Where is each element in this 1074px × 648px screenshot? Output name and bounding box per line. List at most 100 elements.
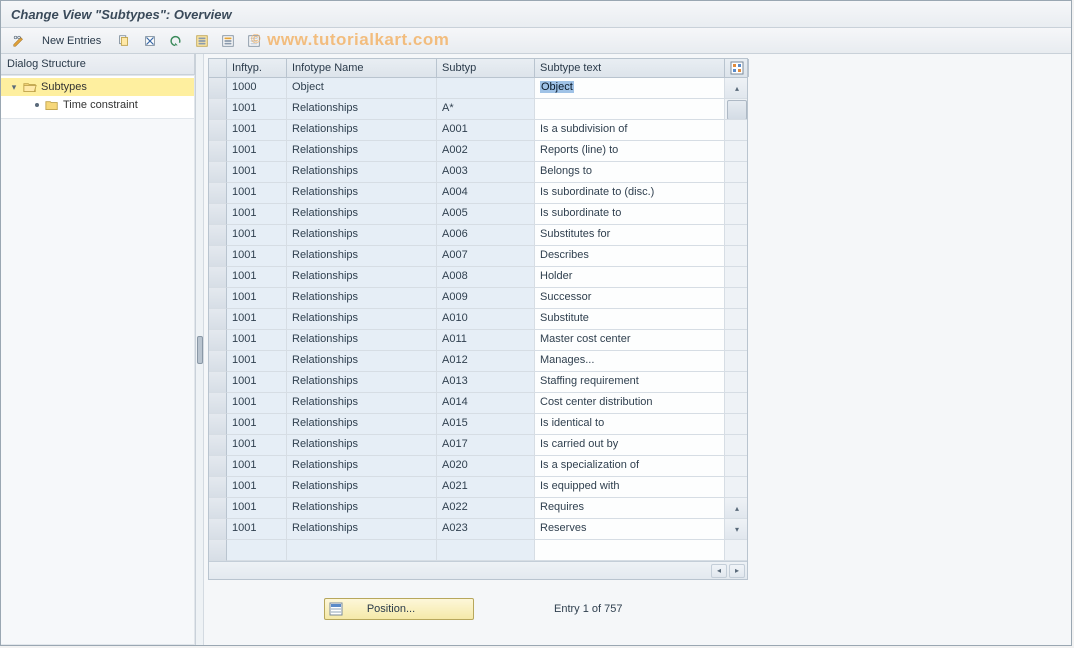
row-selector[interactable] bbox=[209, 456, 227, 477]
cell-inftyp[interactable]: 1001 bbox=[227, 456, 287, 477]
vertical-scrollbar-segment[interactable] bbox=[725, 204, 747, 225]
position-button[interactable]: Position... bbox=[324, 598, 474, 620]
row-selector[interactable] bbox=[209, 540, 227, 561]
horizontal-scrollbar[interactable]: ◂ ▸ bbox=[209, 561, 747, 579]
scroll-right-button[interactable]: ▸ bbox=[729, 564, 745, 578]
column-infotype-name[interactable]: Infotype Name bbox=[287, 59, 437, 77]
cell-subtype-text[interactable]: Substitutes for bbox=[535, 225, 725, 246]
select-block-button[interactable] bbox=[216, 31, 240, 51]
panel-splitter[interactable] bbox=[196, 54, 204, 645]
row-selector[interactable] bbox=[209, 477, 227, 498]
cell-inftyp[interactable]: 1001 bbox=[227, 435, 287, 456]
cell-subtype-text[interactable]: Cost center distribution bbox=[535, 393, 725, 414]
vertical-scrollbar-segment[interactable] bbox=[725, 435, 747, 456]
toggle-display-change-button[interactable] bbox=[7, 31, 31, 51]
cell-inftyp[interactable]: 1001 bbox=[227, 288, 287, 309]
column-inftyp[interactable]: Inftyp. bbox=[227, 59, 287, 77]
vertical-scrollbar-segment[interactable] bbox=[725, 477, 747, 498]
scroll-up-button[interactable]: ▴ bbox=[725, 78, 747, 99]
cell-inftyp[interactable]: 1000 bbox=[227, 78, 287, 99]
scroll-down-button[interactable]: ▾ bbox=[725, 519, 747, 540]
cell-subtype-text[interactable]: Belongs to bbox=[535, 162, 725, 183]
row-selector[interactable] bbox=[209, 267, 227, 288]
cell-inftyp[interactable]: 1001 bbox=[227, 330, 287, 351]
tree-node-subtypes[interactable]: ▾ Subtypes bbox=[1, 78, 194, 96]
delete-button[interactable] bbox=[138, 31, 162, 51]
cell-subtyp[interactable]: A005 bbox=[437, 204, 535, 225]
cell-inftyp[interactable]: 1001 bbox=[227, 519, 287, 540]
cell-inftyp[interactable]: 1001 bbox=[227, 267, 287, 288]
vertical-scrollbar-segment[interactable]: ▾ bbox=[725, 519, 747, 540]
row-selector[interactable] bbox=[209, 288, 227, 309]
cell-subtyp[interactable]: A012 bbox=[437, 351, 535, 372]
scroll-thumb[interactable] bbox=[727, 100, 747, 120]
cell-inftyp[interactable]: 1001 bbox=[227, 183, 287, 204]
cell-subtype-text[interactable]: Requires bbox=[535, 498, 725, 519]
cell-subtyp[interactable]: A* bbox=[437, 99, 535, 120]
cell-subtyp[interactable]: A001 bbox=[437, 120, 535, 141]
cell-subtype-text[interactable]: Is identical to bbox=[535, 414, 725, 435]
cell-subtyp[interactable]: A013 bbox=[437, 372, 535, 393]
cell-subtyp[interactable]: A023 bbox=[437, 519, 535, 540]
row-selector[interactable] bbox=[209, 414, 227, 435]
row-selector[interactable] bbox=[209, 330, 227, 351]
cell-subtyp[interactable]: A003 bbox=[437, 162, 535, 183]
cell-subtyp[interactable]: A009 bbox=[437, 288, 535, 309]
row-selector[interactable] bbox=[209, 393, 227, 414]
copy-as-button[interactable] bbox=[112, 31, 136, 51]
column-subtype-text[interactable]: Subtype text bbox=[535, 59, 725, 77]
cell-subtype-text[interactable]: Reserves bbox=[535, 519, 725, 540]
row-selector[interactable] bbox=[209, 435, 227, 456]
cell-subtype-text[interactable]: Is a subdivision of bbox=[535, 120, 725, 141]
cell-subtype-text[interactable]: Is a specialization of bbox=[535, 456, 725, 477]
vertical-scrollbar-segment[interactable] bbox=[725, 456, 747, 477]
cell-inftyp[interactable]: 1001 bbox=[227, 477, 287, 498]
row-selector[interactable] bbox=[209, 225, 227, 246]
cell-inftyp[interactable] bbox=[227, 540, 287, 561]
cell-subtype-text[interactable]: Substitute bbox=[535, 309, 725, 330]
row-selector[interactable] bbox=[209, 141, 227, 162]
vertical-scrollbar-segment[interactable] bbox=[725, 309, 747, 330]
row-selector[interactable] bbox=[209, 309, 227, 330]
cell-subtyp[interactable]: A014 bbox=[437, 393, 535, 414]
cell-subtyp[interactable] bbox=[437, 540, 535, 561]
cell-subtyp[interactable]: A008 bbox=[437, 267, 535, 288]
cell-subtyp[interactable]: A007 bbox=[437, 246, 535, 267]
cell-inftyp[interactable]: 1001 bbox=[227, 246, 287, 267]
row-selector[interactable] bbox=[209, 246, 227, 267]
cell-inftyp[interactable]: 1001 bbox=[227, 414, 287, 435]
vertical-scrollbar-segment[interactable] bbox=[725, 540, 747, 561]
row-selector[interactable] bbox=[209, 519, 227, 540]
row-selector[interactable] bbox=[209, 204, 227, 225]
cell-inftyp[interactable]: 1001 bbox=[227, 372, 287, 393]
row-selector[interactable] bbox=[209, 351, 227, 372]
cell-subtyp[interactable]: A017 bbox=[437, 435, 535, 456]
column-subtyp[interactable]: Subtyp bbox=[437, 59, 535, 77]
new-entries-button[interactable]: New Entries bbox=[33, 31, 110, 51]
cell-subtype-text[interactable]: Is subordinate to bbox=[535, 204, 725, 225]
vertical-scrollbar-segment[interactable] bbox=[725, 225, 747, 246]
cell-subtyp[interactable]: A002 bbox=[437, 141, 535, 162]
vertical-scrollbar-segment[interactable]: ▴ bbox=[725, 498, 747, 519]
cell-subtyp[interactable]: A004 bbox=[437, 183, 535, 204]
cell-inftyp[interactable]: 1001 bbox=[227, 162, 287, 183]
cell-subtype-text[interactable]: Reports (line) to bbox=[535, 141, 725, 162]
vertical-scrollbar-segment[interactable] bbox=[725, 288, 747, 309]
cell-subtype-text[interactable]: Is equipped with bbox=[535, 477, 725, 498]
cell-subtype-text[interactable]: Successor bbox=[535, 288, 725, 309]
vertical-scrollbar-segment[interactable] bbox=[725, 267, 747, 288]
cell-inftyp[interactable]: 1001 bbox=[227, 225, 287, 246]
row-selector[interactable] bbox=[209, 99, 227, 120]
cell-inftyp[interactable]: 1001 bbox=[227, 141, 287, 162]
column-row-selector[interactable] bbox=[209, 59, 227, 77]
cell-subtyp[interactable]: A015 bbox=[437, 414, 535, 435]
cell-subtype-text[interactable]: Staffing requirement bbox=[535, 372, 725, 393]
cell-subtype-text[interactable]: Is subordinate to (disc.) bbox=[535, 183, 725, 204]
vertical-scrollbar-segment[interactable] bbox=[725, 99, 747, 120]
deselect-all-button[interactable] bbox=[242, 31, 266, 51]
vertical-scrollbar-segment[interactable] bbox=[725, 393, 747, 414]
tree-node-time-constraint[interactable]: Time constraint bbox=[1, 96, 194, 114]
cell-subtype-text[interactable]: Master cost center bbox=[535, 330, 725, 351]
tree-expander-icon[interactable]: ▾ bbox=[9, 82, 19, 93]
row-selector[interactable] bbox=[209, 78, 227, 99]
